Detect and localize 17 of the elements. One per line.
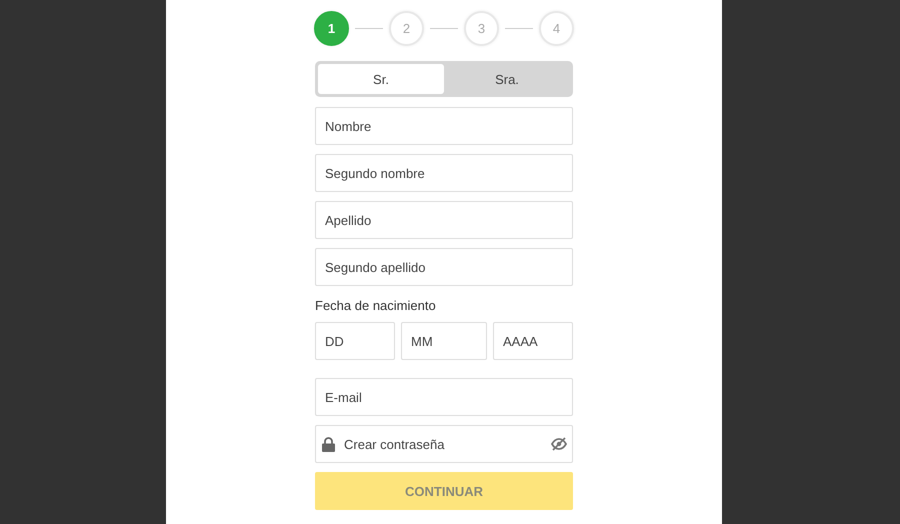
date-field[interactable]: MM [401, 322, 487, 360]
step-indicator: 2 [389, 11, 424, 46]
salutation-option[interactable]: Sr. [318, 64, 444, 94]
hidden-eye-icon[interactable] [551, 437, 567, 451]
email-field[interactable]: E-mail [315, 378, 573, 416]
input-field[interactable]: Segundo nombre [315, 154, 573, 192]
input-field[interactable]: Nombre [315, 107, 573, 145]
step-indicator: 1 [314, 11, 349, 46]
field-label: Fecha de nacimiento [315, 298, 437, 313]
step-indicator: 4 [539, 11, 574, 46]
salutation-option[interactable]: Sra. [444, 64, 570, 94]
step-indicator: 3 [464, 11, 499, 46]
password-field[interactable]: Crear contraseña [315, 425, 573, 463]
date-field[interactable]: AAAA [493, 322, 573, 360]
date-field[interactable]: DD [315, 322, 395, 360]
input-field[interactable]: Apellido [315, 201, 573, 239]
input-field[interactable]: Segundo apellido [315, 248, 573, 286]
